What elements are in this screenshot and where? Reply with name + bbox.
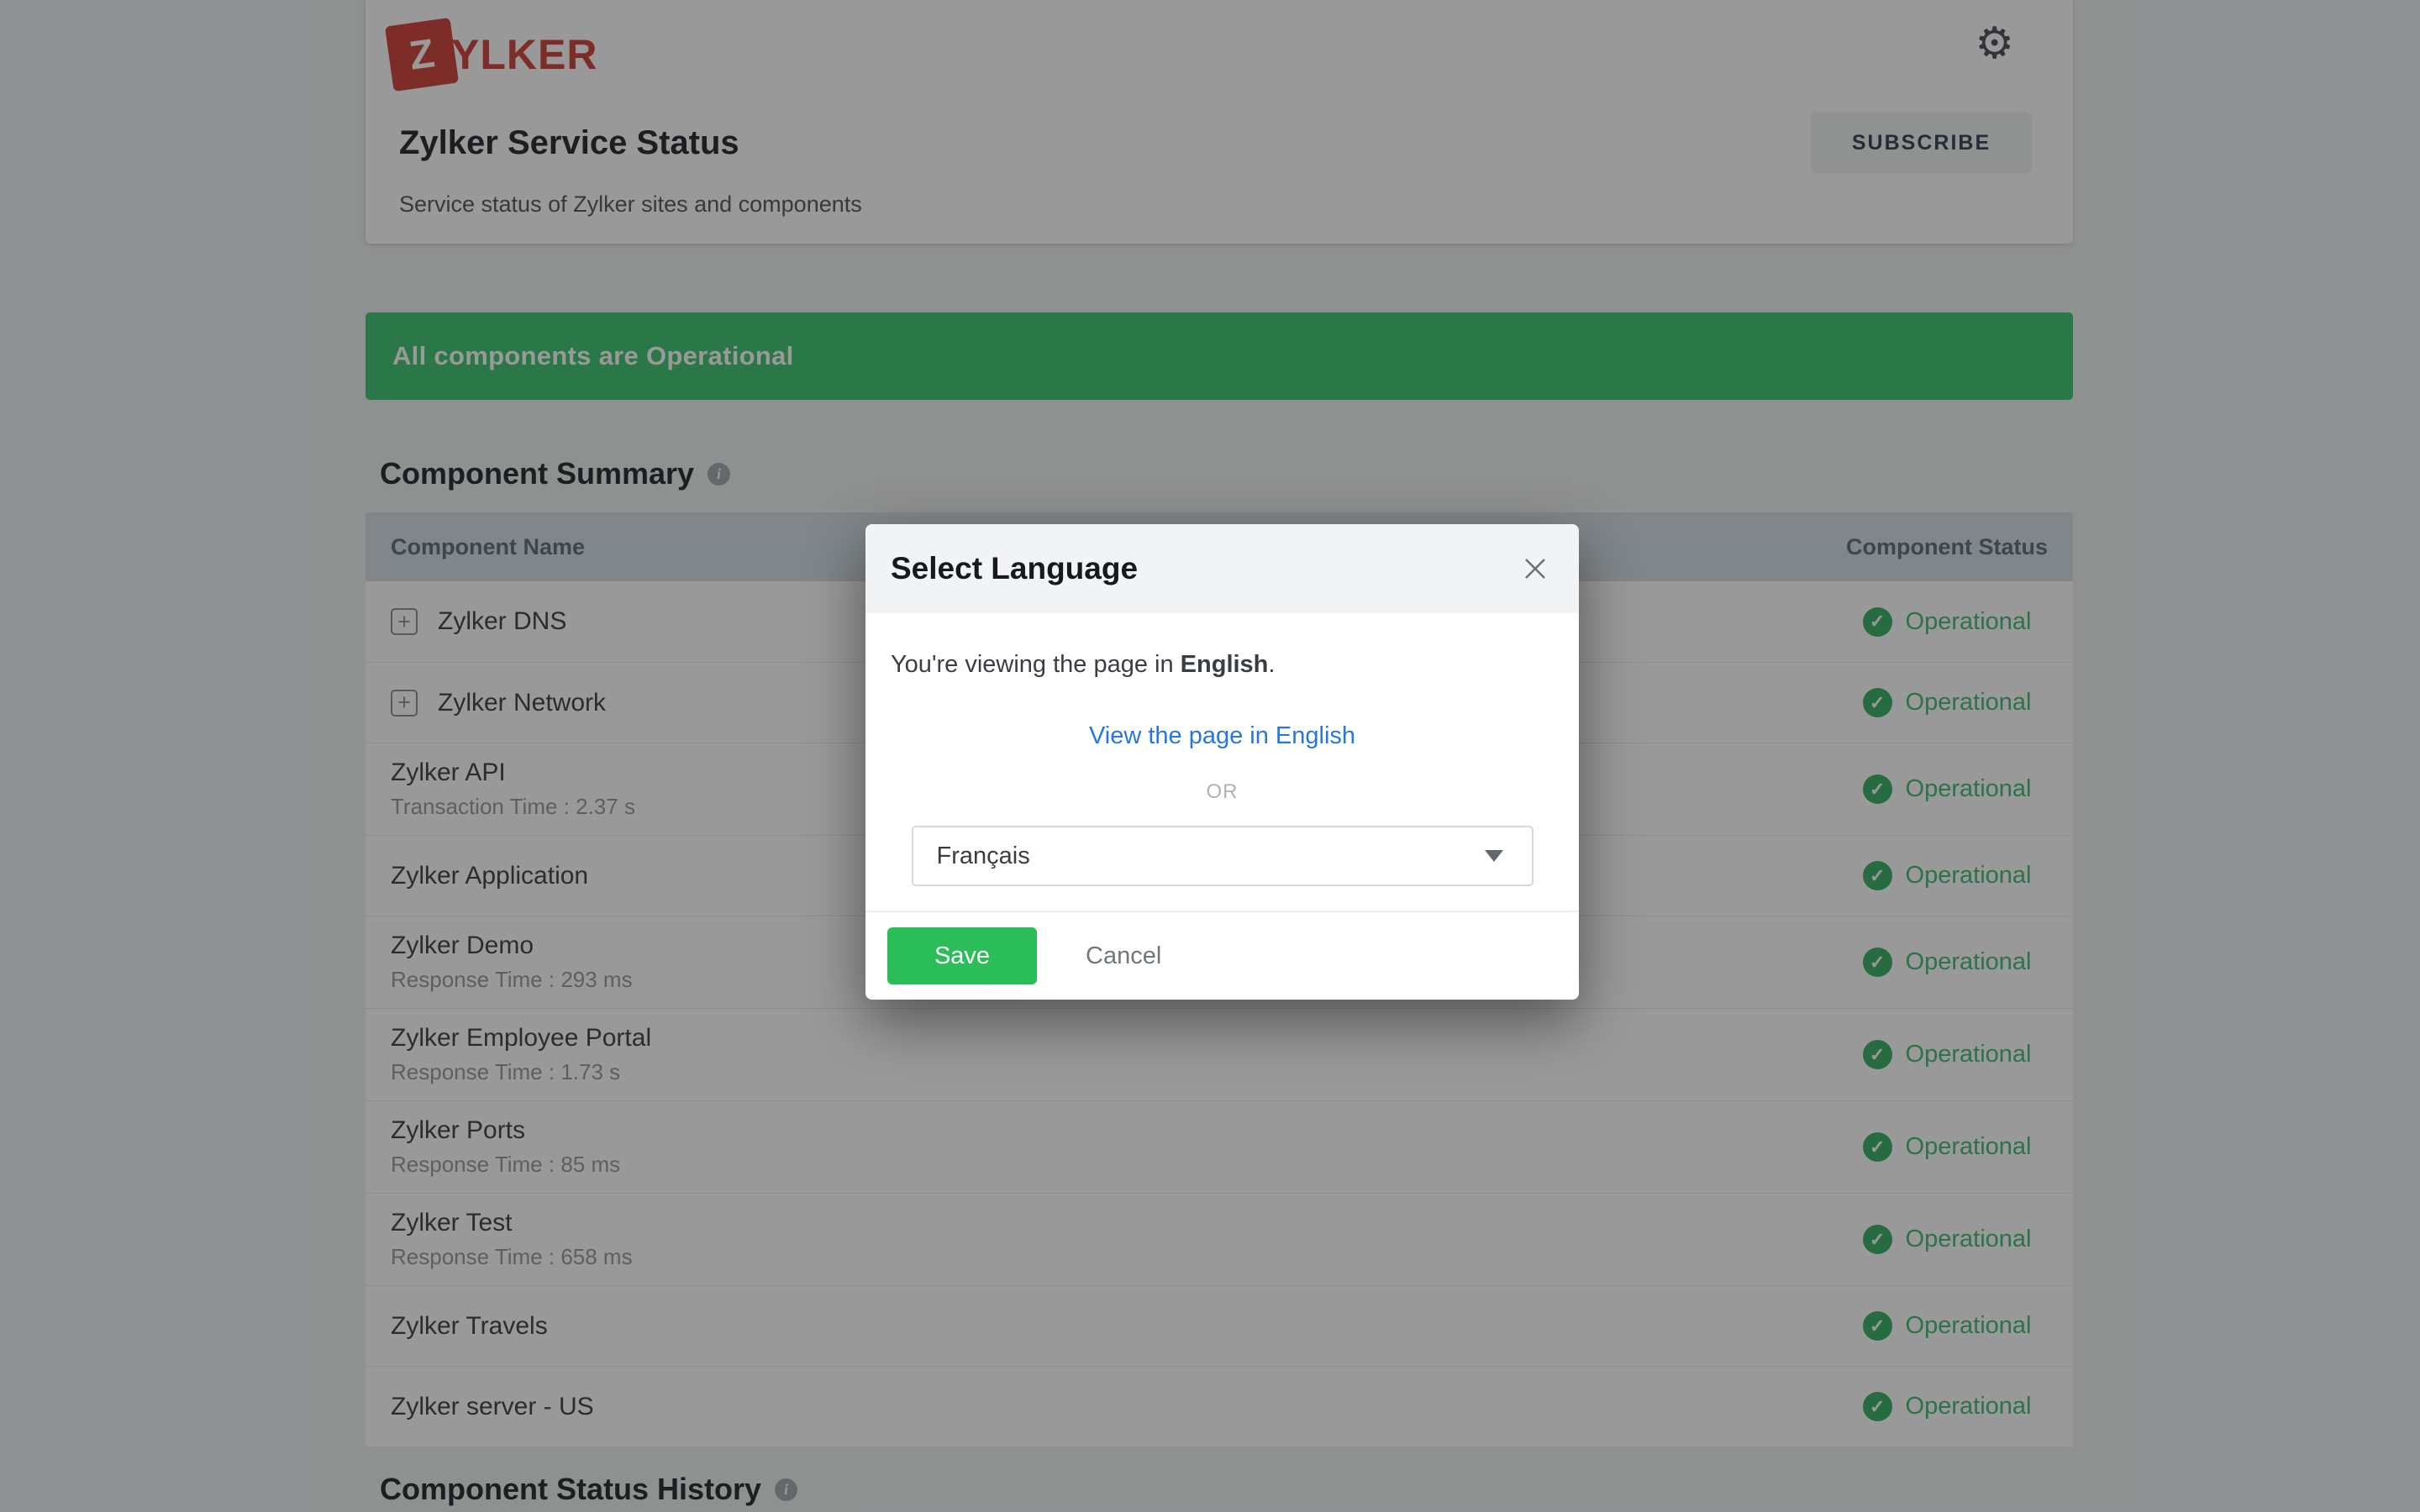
modal-title: Select Language bbox=[865, 551, 1138, 586]
save-button[interactable]: Save bbox=[887, 927, 1037, 984]
or-separator: OR bbox=[865, 780, 1579, 804]
select-language-modal: Select Language You're viewing the page … bbox=[865, 524, 1579, 1000]
chevron-down-icon bbox=[1485, 850, 1503, 862]
message-suffix: . bbox=[1268, 651, 1275, 678]
modal-header: Select Language bbox=[865, 524, 1579, 613]
cancel-button[interactable]: Cancel bbox=[1086, 942, 1161, 970]
message-prefix: You're viewing the page in bbox=[891, 651, 1181, 678]
language-dropdown[interactable]: Français bbox=[912, 826, 1534, 886]
current-language: English bbox=[1181, 651, 1269, 678]
current-language-message: You're viewing the page in English. bbox=[865, 650, 1579, 679]
view-in-english-link[interactable]: View the page in English bbox=[865, 722, 1579, 750]
close-icon[interactable] bbox=[1518, 552, 1552, 585]
modal-footer: Save Cancel bbox=[865, 911, 1579, 1000]
language-dropdown-value: Français bbox=[913, 843, 1030, 870]
